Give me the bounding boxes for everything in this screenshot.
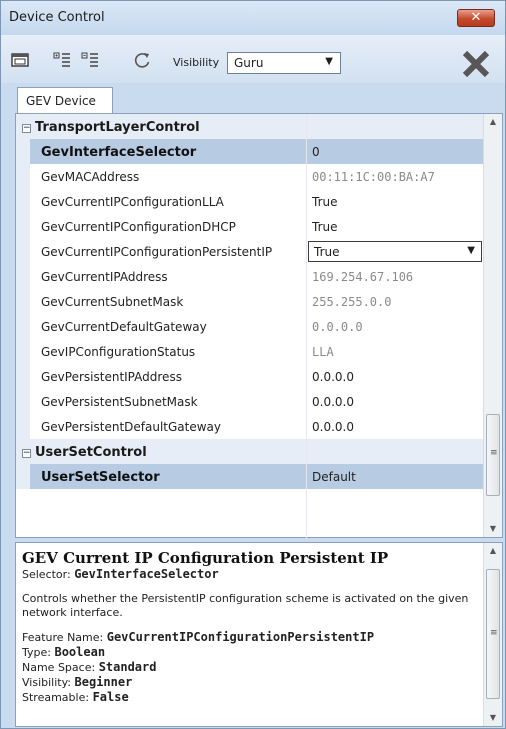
type-line: Type: Boolean [22, 645, 106, 659]
property-name: GevCurrentIPConfigurationLLA [41, 195, 224, 209]
property-value: True [314, 245, 340, 259]
visibility-label: Visibility [173, 56, 220, 69]
visibility-line: Visibility: Beginner [22, 675, 133, 689]
property-name: GevIPConfigurationStatus [41, 345, 196, 359]
description-title: GEV Current IP Configuration Persistent … [22, 549, 389, 567]
property-row[interactable]: GevCurrentIPConfigurationLLA True [16, 189, 484, 214]
visibility-select[interactable]: Guru ▼ [227, 52, 341, 74]
property-value[interactable]: True [306, 189, 484, 214]
property-name: GevPersistentDefaultGateway [41, 420, 221, 434]
property-name: GevCurrentSubnetMask [41, 295, 184, 309]
property-name: GevCurrentIPConfigurationPersistentIP [41, 245, 273, 259]
property-row[interactable]: GevIPConfigurationStatus LLA [16, 339, 484, 364]
scroll-down-icon[interactable]: ▼ [484, 521, 502, 537]
clear-icon[interactable] [461, 49, 491, 79]
collapse-icon[interactable]: − [22, 124, 31, 133]
chevron-down-icon: ▼ [325, 56, 333, 67]
property-row[interactable]: GevCurrentIPAddress 169.254.67.106 [16, 264, 484, 289]
property-value: 00:11:1C:00:BA:A7 [312, 170, 435, 184]
property-name: GevPersistentSubnetMask [41, 395, 198, 409]
property-value[interactable]: True [306, 214, 484, 239]
property-value: 0.0.0.0 [312, 320, 363, 334]
property-value: 255.255.0.0 [312, 295, 392, 309]
property-row[interactable]: GevCurrentIPConfigurationDHCP True [16, 214, 484, 239]
property-row[interactable]: GevCurrentSubnetMask 255.255.0.0 [16, 289, 484, 314]
property-name: GevPersistentIPAddress [41, 370, 182, 384]
property-value: LLA [312, 345, 334, 359]
tab-strip: GEV Device [1, 83, 505, 113]
expand-all-icon[interactable] [53, 51, 71, 69]
scroll-up-icon[interactable]: ▲ [484, 114, 502, 130]
window-title: Device Control [9, 10, 105, 25]
group-label: TransportLayerControl [35, 120, 200, 135]
property-name: UserSetSelector [41, 470, 160, 485]
name-space-line: Name Space: Standard [22, 660, 157, 674]
scroll-up-icon[interactable]: ▲ [484, 543, 502, 559]
toolbar: Visibility Guru ▼ [1, 35, 505, 83]
property-row[interactable]: GevCurrentDefaultGateway 0.0.0.0 [16, 314, 484, 339]
property-name: GevCurrentIPConfigurationDHCP [41, 220, 236, 234]
property-row[interactable]: GevPersistentIPAddress 0.0.0.0 [16, 364, 484, 389]
description-scrollbar[interactable]: ▲ ≡ ▼ [483, 543, 502, 726]
group-row[interactable]: − TransportLayerControl [16, 114, 484, 139]
property-row[interactable]: GevMACAddress 00:11:1C:00:BA:A7 [16, 164, 484, 189]
selector-line: Selector: GevInterfaceSelector [22, 567, 219, 581]
property-rows: − TransportLayerControl GevInterfaceSelect… [16, 114, 484, 539]
property-grid: − TransportLayerControl GevInterfaceSelect… [15, 113, 503, 539]
property-value: 169.254.67.106 [312, 270, 414, 284]
property-row[interactable]: GevCurrentIPConfigurationPersistentIP Tru… [16, 239, 484, 264]
scroll-thumb[interactable]: ≡ [486, 414, 500, 496]
grid-scrollbar[interactable]: ▲ ≡ ▼ [483, 114, 502, 537]
property-name: GevCurrentDefaultGateway [41, 320, 207, 334]
description-panel: GEV Current IP Configuration Persistent … [15, 542, 503, 727]
scroll-down-icon[interactable]: ▼ [484, 710, 502, 726]
collapse-all-icon[interactable] [81, 51, 99, 69]
description-text: Controls whether the PersistentIP config… [22, 592, 469, 619]
property-value[interactable]: Default [306, 464, 484, 489]
property-value[interactable]: 0.0.0.0 [306, 389, 484, 414]
group-label: UserSetControl [35, 445, 147, 460]
tab-gev-device[interactable]: GEV Device [17, 87, 113, 113]
property-name: GevInterfaceSelector [41, 145, 197, 160]
property-value[interactable]: 0 [306, 139, 484, 164]
property-name: GevMACAddress [41, 170, 140, 184]
group-row[interactable]: − UserSetControl [16, 439, 484, 464]
streamable-line: Streamable: False [22, 690, 129, 704]
chevron-down-icon: ▼ [467, 245, 475, 256]
refresh-icon[interactable] [133, 51, 151, 69]
property-row[interactable]: GevPersistentDefaultGateway 0.0.0.0 [16, 414, 484, 439]
window-icon[interactable] [11, 51, 29, 69]
feature-name-line: Feature Name: GevCurrentIPConfigurationP… [22, 630, 375, 644]
device-control-window: Device Control ✕ Visibility Guru ▼ GEV D… [0, 0, 506, 729]
property-value[interactable]: 0.0.0.0 [306, 364, 484, 389]
close-button[interactable]: ✕ [457, 9, 495, 27]
property-value-select[interactable]: True ▼ [308, 241, 482, 262]
title-bar: Device Control ✕ [1, 1, 505, 35]
property-row[interactable]: UserSetSelector Default [16, 464, 484, 489]
visibility-value: Guru [234, 56, 264, 70]
property-row[interactable]: GevInterfaceSelector 0 [16, 139, 484, 164]
property-name: GevCurrentIPAddress [41, 270, 168, 284]
scroll-thumb[interactable]: ≡ [486, 569, 500, 699]
property-value[interactable]: 0.0.0.0 [306, 414, 484, 439]
property-row[interactable]: GevPersistentSubnetMask 0.0.0.0 [16, 389, 484, 414]
column-separator[interactable] [306, 114, 307, 539]
collapse-icon[interactable]: − [22, 449, 31, 458]
